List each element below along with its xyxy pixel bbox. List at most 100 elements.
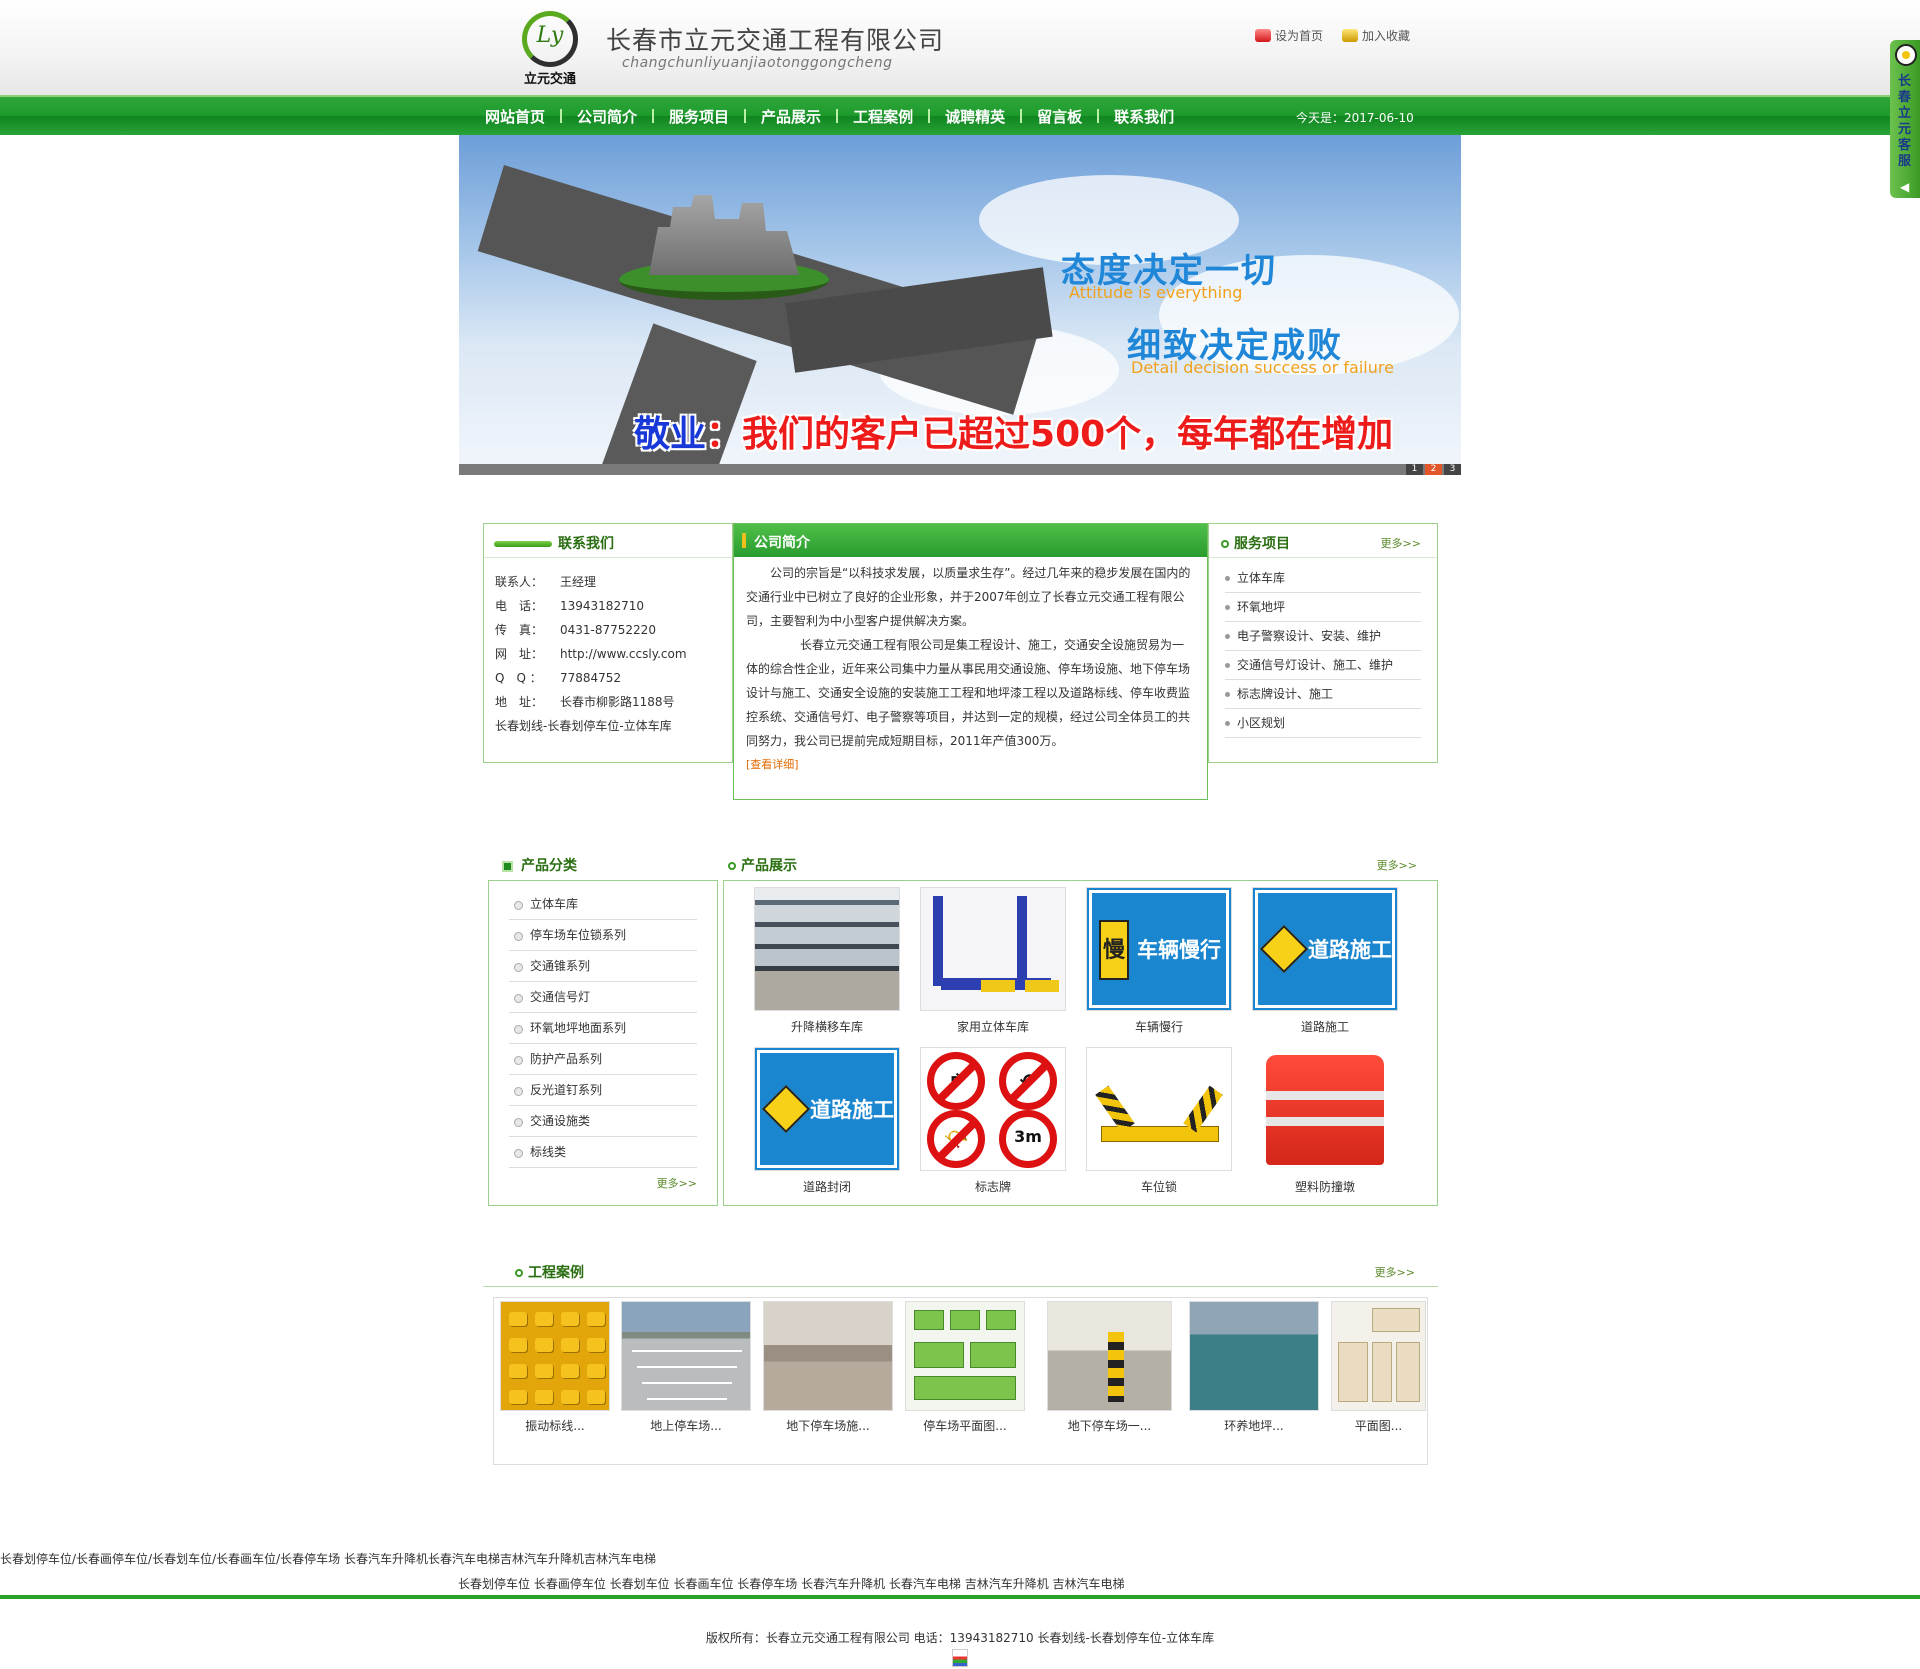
seo-links-line-2[interactable]: 长春划停车位 长春画停车位 长春划车位 长春画车位 长春停车场 长春汽车升降机 …: [458, 1575, 1125, 1592]
square-bullet-icon: [502, 860, 513, 872]
banner-page-button[interactable]: 2: [1425, 464, 1442, 475]
product-image: ↱↶📯 3m: [920, 1047, 1066, 1171]
bump-shape: [561, 1338, 579, 1352]
product-card[interactable]: 升降横移车库: [754, 887, 900, 1035]
case-card[interactable]: 平面图...: [1331, 1301, 1426, 1434]
map-block: [1372, 1308, 1420, 1332]
bump-shape: [587, 1312, 605, 1326]
nav-item[interactable]: 联系我们: [1099, 106, 1189, 127]
case-card[interactable]: 环养地坪...: [1189, 1301, 1319, 1434]
nav-item[interactable]: 工程案例: [838, 106, 928, 127]
pillar-shape: [1108, 1332, 1124, 1402]
product-card[interactable]: 家用立体车库: [920, 887, 1066, 1035]
home-icon: [1255, 29, 1271, 42]
case-card[interactable]: 停车场平面图...: [905, 1301, 1025, 1434]
category-more-link[interactable]: 更多>>: [657, 1175, 697, 1191]
nav-item[interactable]: 留言板: [1022, 106, 1097, 127]
service-item[interactable]: 环氧地坪: [1225, 593, 1421, 622]
prohibition-sign-icon: 📯: [927, 1110, 985, 1168]
banner-page-button[interactable]: 3: [1444, 464, 1461, 475]
category-item[interactable]: 防护产品系列: [509, 1044, 697, 1075]
service-item[interactable]: 小区规划: [1225, 709, 1421, 738]
product-card[interactable]: ↱↶📯 3m 标志牌: [920, 1047, 1066, 1195]
contact-key: 地 址：: [495, 695, 544, 709]
category-item[interactable]: 标线类: [509, 1137, 697, 1168]
product-card[interactable]: 道路施工 道路封闭: [754, 1047, 900, 1195]
service-item[interactable]: 电子警察设计、安装、维护: [1225, 622, 1421, 651]
service-more-link[interactable]: 更多>>: [1381, 535, 1421, 551]
case-image: [1047, 1301, 1172, 1411]
add-favorite-link[interactable]: 加入收藏: [1342, 27, 1410, 44]
bump-shape: [587, 1364, 605, 1378]
cases-more-link[interactable]: 更多>>: [1375, 1264, 1415, 1280]
qq-penguin-icon: [1895, 44, 1917, 66]
nav-item[interactable]: 公司简介: [562, 106, 652, 127]
product-card[interactable]: 车位锁: [1086, 1047, 1232, 1195]
bump-shape: [535, 1338, 553, 1352]
logo-text: 立元交通: [523, 72, 576, 87]
product-card[interactable]: 慢车辆慢行 车辆慢行: [1086, 887, 1232, 1035]
hero-banner[interactable]: 态度决定一切 Attitude is everything 细致决定成败 Det…: [459, 135, 1461, 475]
category-item[interactable]: 交通锥系列: [509, 951, 697, 982]
contact-footer-text: 长春划线-长春划停车位-立体车库: [495, 719, 672, 733]
product-name: 升降横移车库: [790, 1020, 863, 1034]
category-item[interactable]: 环氧地坪地面系列: [509, 1013, 697, 1044]
statistics-icon[interactable]: [952, 1649, 968, 1667]
category-item[interactable]: 停车场车位锁系列: [509, 920, 697, 951]
bump-shape: [587, 1390, 605, 1404]
prohibition-sign-icon: ↶: [999, 1052, 1057, 1110]
case-card[interactable]: 地下停车场一...: [1047, 1301, 1172, 1434]
cases-panel: 振动标线... 地上停车场... 地下停车场施... 停车场平面图... 地下停车场一.…: [493, 1297, 1428, 1465]
sign-text: 车辆慢行: [1137, 938, 1221, 962]
title-tick-icon: [742, 533, 746, 548]
nav-date: 今天是：2017-06-10: [1296, 111, 1414, 125]
product-card[interactable]: 塑料防撞墩: [1252, 1047, 1398, 1195]
parking-line: [632, 1350, 742, 1352]
service-item[interactable]: 立体车库: [1225, 564, 1421, 593]
company-logo[interactable]: Ly 立元交通: [517, 8, 583, 87]
service-header: 服务项目 更多>>: [1209, 524, 1437, 558]
banner-headline-text: ：我们的客户已超过500个，每年都在增加: [706, 414, 1394, 455]
products-more-link[interactable]: 更多>>: [1377, 857, 1417, 873]
contact-key: 网 址：: [495, 647, 544, 661]
site-header: Ly 立元交通 长春市立元交通工程有限公司 changchunliyuanjia…: [0, 0, 1920, 95]
nav-item[interactable]: 网站首页: [470, 106, 560, 127]
case-card[interactable]: 地下停车场施...: [763, 1301, 893, 1434]
contact-line: 联系人： 王经理: [495, 570, 732, 594]
about-more-link[interactable]: [查看详细]: [746, 753, 1195, 777]
case-card[interactable]: 振动标线...: [500, 1301, 610, 1434]
category-item[interactable]: 交通信号灯: [509, 982, 697, 1013]
barrier-stripe: [1266, 1091, 1384, 1100]
seo-links-line-1[interactable]: 长春划停车位/长春画停车位/长春划车位/长春画车位/长春停车场 长春汽车升降机长…: [0, 1550, 656, 1567]
set-home-link[interactable]: 设为首页: [1255, 27, 1323, 44]
category-item[interactable]: 反光道钉系列: [509, 1075, 697, 1106]
parking-line: [637, 1366, 737, 1368]
banner-page-button[interactable]: 1: [1406, 464, 1423, 475]
nav-item[interactable]: 服务项目: [654, 106, 744, 127]
float-customer-service[interactable]: 长春立元客服 ◀: [1890, 40, 1920, 198]
contact-value: 王经理: [560, 575, 597, 589]
case-image: [763, 1301, 893, 1411]
category-panel: 立体车库 停车场车位锁系列 交通锥系列 交通信号灯 环氧地坪地面系列 防护产品系列 反光道钉…: [488, 880, 718, 1206]
about-paragraph-1: 公司的宗旨是“以科技求发展，以质量求生存”。经过几年来的稳步发展在国内的交通行业…: [746, 566, 1191, 628]
nav-item[interactable]: 产品展示: [746, 106, 836, 127]
product-card[interactable]: 道路施工 道路施工: [1252, 887, 1398, 1035]
category-item[interactable]: 交通设施类: [509, 1106, 697, 1137]
service-item[interactable]: 标志牌设计、施工: [1225, 680, 1421, 709]
copyright: 版权所有：长春立元交通工程有限公司 电话：13943182710 长春划线-长春…: [705, 1631, 1215, 1645]
slogan2-en: Detail decision success or failure: [1131, 358, 1394, 377]
product-image: [754, 887, 900, 1011]
bump-shape: [509, 1364, 527, 1378]
prohibition-sign-icon: 3m: [999, 1110, 1057, 1168]
bump-shape: [535, 1364, 553, 1378]
case-card[interactable]: 地上停车场...: [621, 1301, 751, 1434]
map-block: [1372, 1342, 1392, 1402]
service-item[interactable]: 交通信号灯设计、施工、维护: [1225, 651, 1421, 680]
nav-item[interactable]: 诚聘精英: [930, 106, 1020, 127]
ring-bullet-icon: [728, 862, 736, 870]
map-block: [1338, 1342, 1368, 1402]
category-item[interactable]: 立体车库: [509, 889, 697, 920]
footer-divider: [0, 1595, 1920, 1599]
service-list: 立体车库 环氧地坪 电子警察设计、安装、维护 交通信号灯设计、施工、维护 标志牌设计、施…: [1209, 558, 1437, 738]
slogan1-en: Attitude is everything: [1069, 283, 1243, 302]
